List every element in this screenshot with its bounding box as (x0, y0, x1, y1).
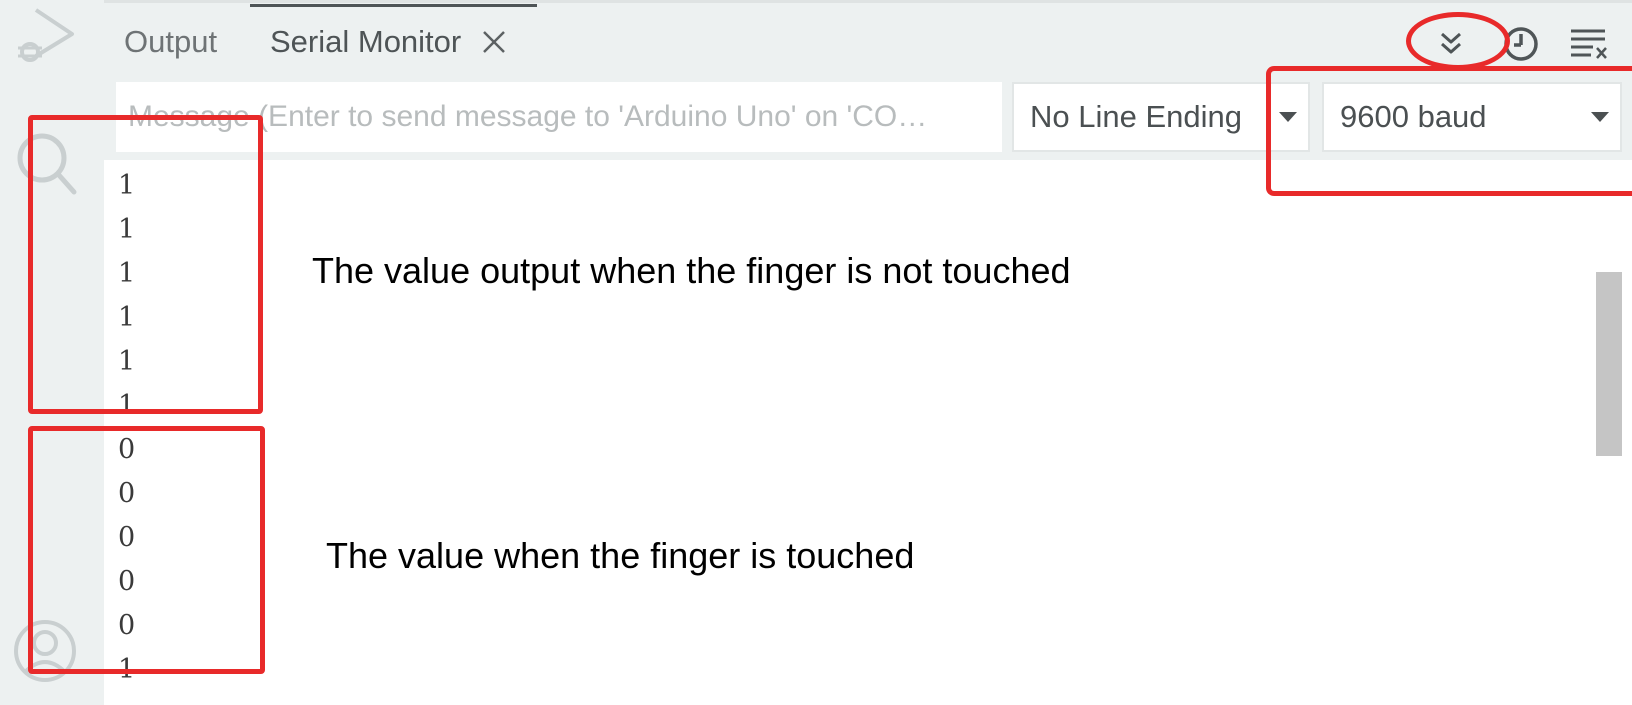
annotation-touched: The value when the finger is touched (326, 535, 915, 576)
clear-output-icon (1571, 29, 1607, 59)
tab-output-label: Output (124, 24, 218, 59)
serial-output-area[interactable] (104, 160, 1632, 705)
line-ending-value: No Line Ending (1030, 99, 1242, 134)
tab-serial-monitor[interactable]: Serial Monitor (250, 10, 537, 74)
highlight-baud-box (1266, 66, 1632, 196)
annotation-not-touched: The value output when the finger is not … (312, 250, 1071, 291)
close-icon[interactable] (481, 29, 507, 55)
highlight-autoscroll-circle (1406, 12, 1510, 70)
tab-serial-monitor-label: Serial Monitor (270, 24, 462, 59)
tab-output[interactable]: Output (124, 10, 217, 74)
highlight-ones-box (28, 115, 263, 414)
highlight-zeros-box (28, 426, 265, 674)
panel-top-border (104, 0, 1632, 3)
active-tab-indicator (250, 4, 537, 7)
clear-output-button[interactable] (1566, 22, 1612, 66)
debug-icon[interactable] (12, 4, 78, 66)
scrollbar-thumb[interactable] (1596, 272, 1622, 456)
